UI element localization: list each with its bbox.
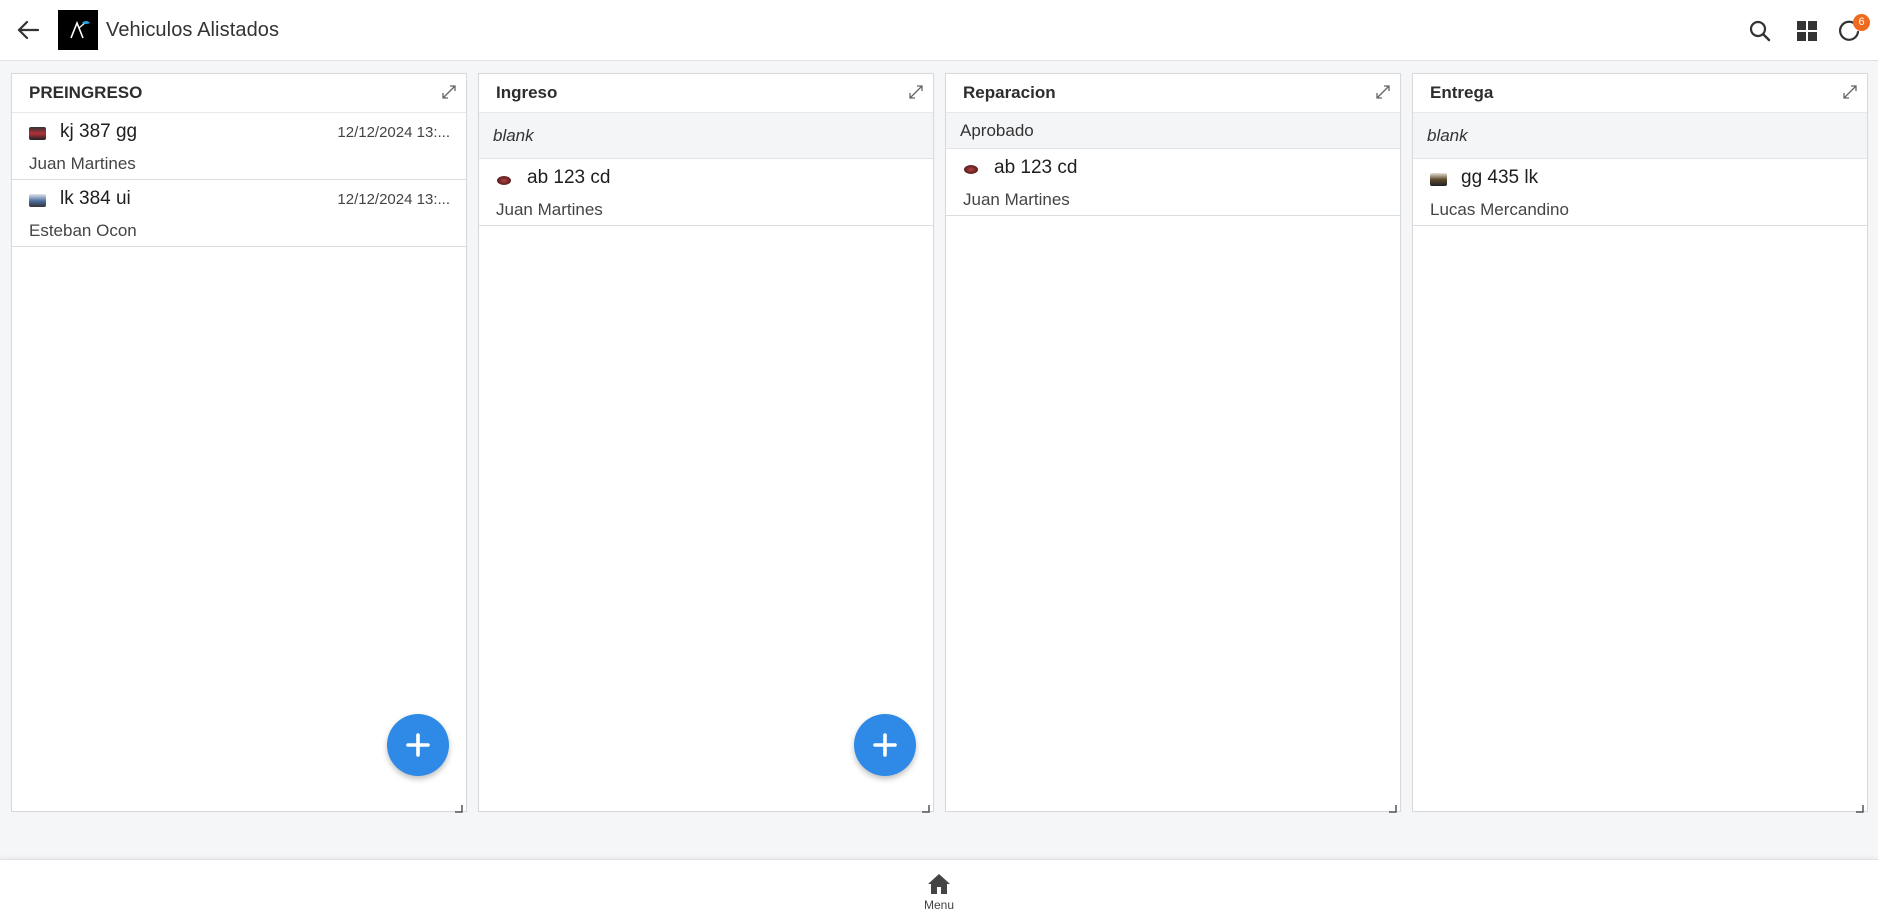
column-title: Ingreso [496, 83, 558, 102]
vehicle-card[interactable]: ab 123 cd Juan Martines [946, 149, 1400, 216]
vehicle-plate: ab 123 cd [527, 167, 611, 188]
column-header: PREINGRESO [12, 74, 466, 113]
vehicle-thumbnail [29, 194, 46, 207]
column-entrega: Entrega blank gg 435 lk Lucas Mercandino [1412, 73, 1868, 813]
group-header[interactable]: Aprobado [946, 113, 1400, 149]
vehicle-owner: Lucas Mercandino [1430, 200, 1569, 219]
vehicle-owner: Juan Martines [29, 154, 136, 173]
vehicle-plate: ab 123 cd [994, 157, 1078, 178]
group-header[interactable]: blank [479, 113, 933, 159]
refresh-icon[interactable]: 6 [1834, 13, 1870, 46]
vehicle-plate: gg 435 lk [1461, 167, 1539, 188]
vehicle-date: 12/12/2024 13:... [337, 191, 450, 208]
resize-handle-icon[interactable] [1389, 800, 1397, 813]
vehicle-card[interactable]: kj 387 gg 12/12/2024 13:... Juan Martine… [12, 113, 466, 180]
vehicle-card[interactable]: gg 435 lk Lucas Mercandino [1413, 159, 1867, 226]
vehicle-plate: kj 387 gg [60, 121, 138, 142]
vehicle-card[interactable]: lk 384 ui 12/12/2024 13:... Esteban Ocon [12, 180, 466, 247]
column-header: Reparacion [946, 74, 1400, 113]
search-icon[interactable] [1745, 16, 1775, 46]
kanban-board: PREINGRESO kj 387 gg 12/12/2024 13:... J… [11, 73, 1868, 813]
group-header[interactable]: blank [1413, 113, 1867, 159]
column-preingreso: PREINGRESO kj 387 gg 12/12/2024 13:... J… [11, 73, 467, 813]
add-vehicle-button[interactable] [387, 714, 449, 776]
column-title: Entrega [1430, 83, 1494, 102]
grid-view-icon[interactable] [1792, 16, 1822, 46]
nav-menu-button[interactable]: Menu [919, 872, 959, 920]
expand-icon[interactable] [1374, 83, 1392, 101]
app-header: Vehiculos Alistados 6 [0, 0, 1878, 61]
vehicle-thumbnail [964, 165, 978, 174]
vehicle-card[interactable]: ab 123 cd Juan Martines [479, 159, 933, 226]
vehicle-owner: Juan Martines [496, 200, 603, 219]
back-arrow-icon[interactable] [14, 16, 42, 44]
vehicle-owner: Esteban Ocon [29, 221, 137, 240]
notification-badge: 6 [1853, 13, 1870, 31]
page-title: Vehiculos Alistados [106, 18, 280, 41]
expand-icon[interactable] [440, 83, 458, 101]
expand-icon[interactable] [907, 83, 925, 101]
expand-icon[interactable] [1841, 83, 1859, 101]
nav-menu-label: Menu [923, 898, 955, 912]
home-icon [928, 874, 950, 894]
add-vehicle-button[interactable] [854, 714, 916, 776]
vehicle-date: 12/12/2024 13:... [337, 124, 450, 141]
vehicle-thumbnail [1430, 173, 1447, 186]
column-reparacion: Reparacion Aprobado ab 123 cd Juan Marti… [945, 73, 1401, 813]
column-header: Entrega [1413, 74, 1867, 113]
vehicle-owner: Juan Martines [963, 190, 1070, 209]
resize-handle-icon[interactable] [1856, 800, 1864, 813]
column-ingreso: Ingreso blank ab 123 cd Juan Martines [478, 73, 934, 813]
resize-handle-icon[interactable] [455, 800, 463, 813]
bottom-nav: Menu [0, 859, 1878, 924]
column-title: PREINGRESO [29, 83, 143, 102]
vehicle-thumbnail [497, 176, 511, 185]
column-title: Reparacion [963, 83, 1056, 102]
resize-handle-icon[interactable] [922, 800, 930, 813]
vehicle-thumbnail [29, 127, 46, 140]
column-header: Ingreso [479, 74, 933, 113]
app-logo [58, 10, 98, 50]
vehicle-plate: lk 384 ui [60, 188, 131, 209]
